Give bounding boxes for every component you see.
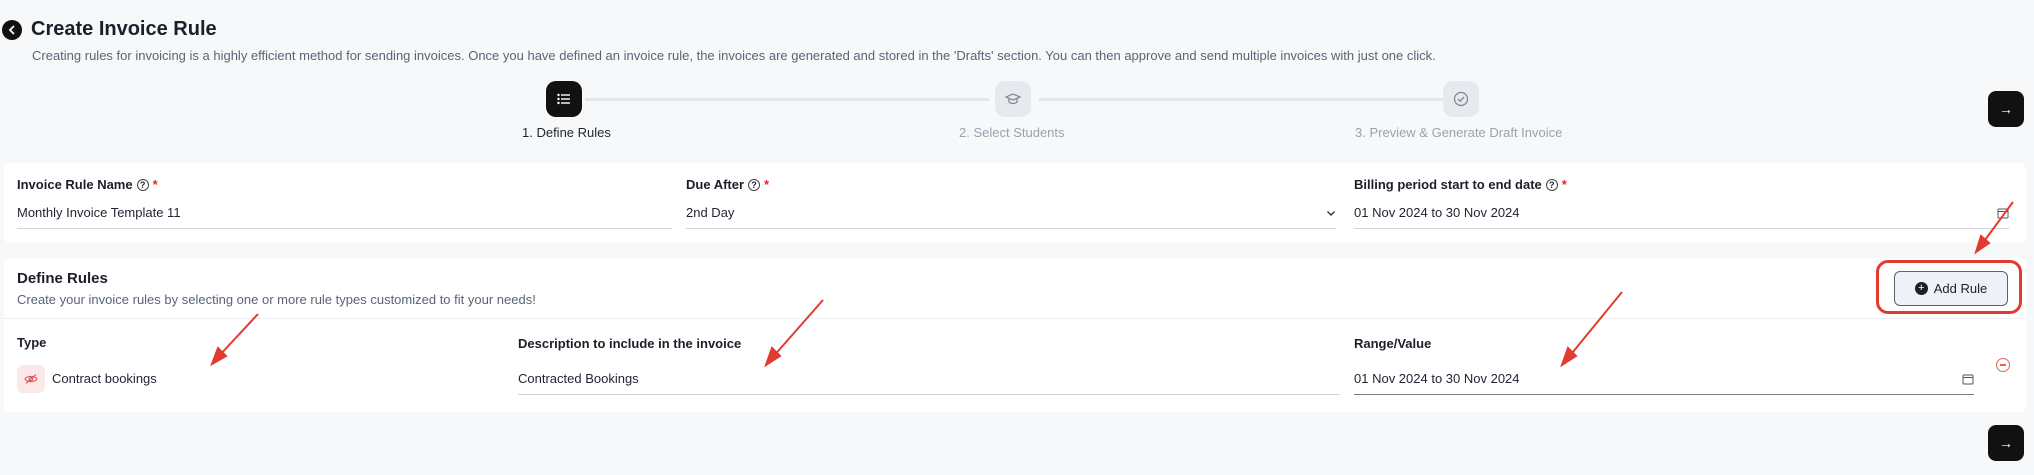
annotation-arrows xyxy=(210,201,2014,368)
annotation-arrow xyxy=(1567,291,1623,359)
annotation-arrow xyxy=(1981,201,2014,245)
annotation-arrow xyxy=(771,299,824,359)
annotation-arrow xyxy=(217,313,259,358)
